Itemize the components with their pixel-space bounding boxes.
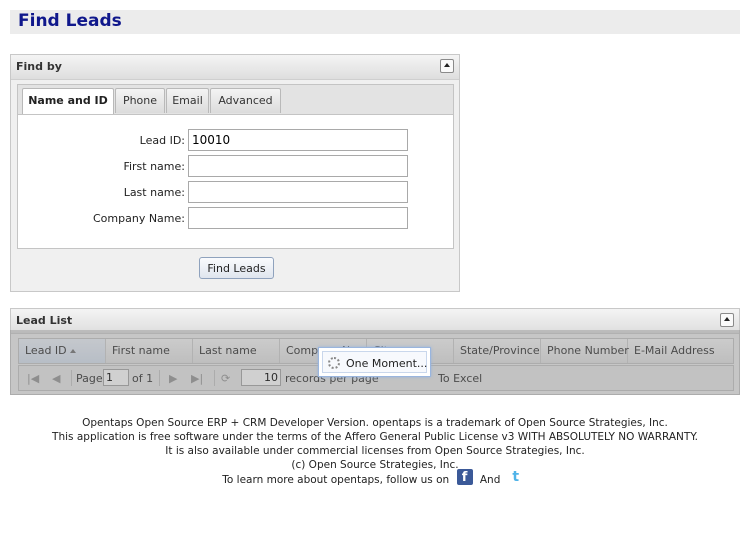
footer-and-text: And xyxy=(479,474,501,486)
tab-advanced[interactable]: Advanced xyxy=(210,88,281,113)
company-name-input[interactable] xyxy=(188,207,408,229)
lead-list-title: Lead List xyxy=(16,314,73,327)
first-name-input[interactable] xyxy=(188,155,408,177)
lead-id-input[interactable] xyxy=(188,129,408,151)
collapse-find-by-button[interactable] xyxy=(440,59,454,73)
footer-commercial: It is also available under commercial li… xyxy=(165,445,585,457)
first-name-row: First name: xyxy=(18,155,455,179)
page-header: Find Leads xyxy=(10,10,740,34)
footer-copyright: (c) Open Source Strategies, Inc. xyxy=(291,459,459,471)
loading-indicator-inner: One Moment... xyxy=(322,351,427,373)
spinner-icon xyxy=(328,357,340,369)
footer-trademark: Opentaps Open Source ERP + CRM Developer… xyxy=(82,417,668,429)
collapse-lead-list-button[interactable] xyxy=(720,313,734,327)
page-title: Find Leads xyxy=(18,11,122,31)
twitter-icon[interactable]: t xyxy=(508,469,524,485)
footer-license: This application is free software under … xyxy=(52,431,698,443)
loading-indicator: One Moment... xyxy=(318,347,431,377)
find-by-header: Find by xyxy=(11,55,459,80)
lead-id-label: Lead ID: xyxy=(139,134,185,147)
last-name-input[interactable] xyxy=(188,181,408,203)
find-by-panel: Find by Name and ID Phone Email Advanced… xyxy=(10,54,460,292)
find-leads-button[interactable]: Find Leads xyxy=(199,257,274,279)
first-name-label: First name: xyxy=(123,160,185,173)
footer-follow: To learn more about opentaps, follow us … xyxy=(0,469,750,488)
name-and-id-form: Lead ID: First name: Last name: Company … xyxy=(17,114,454,249)
footer: Opentaps Open Source ERP + CRM Developer… xyxy=(0,416,750,488)
last-name-row: Last name: xyxy=(18,181,455,205)
company-name-label: Company Name: xyxy=(93,212,185,225)
facebook-icon[interactable]: f xyxy=(456,469,473,485)
last-name-label: Last name: xyxy=(123,186,185,199)
tab-email[interactable]: Email xyxy=(166,88,209,113)
footer-follow-text: To learn more about opentaps, follow us … xyxy=(222,474,450,486)
tab-phone[interactable]: Phone xyxy=(115,88,165,113)
company-name-row: Company Name: xyxy=(18,207,455,231)
find-by-tabs: Name and ID Phone Email Advanced xyxy=(17,84,454,114)
tab-name-and-id[interactable]: Name and ID xyxy=(22,88,114,114)
lead-id-row: Lead ID: xyxy=(18,129,455,153)
loading-text: One Moment... xyxy=(346,357,428,370)
find-by-title: Find by xyxy=(16,60,62,73)
